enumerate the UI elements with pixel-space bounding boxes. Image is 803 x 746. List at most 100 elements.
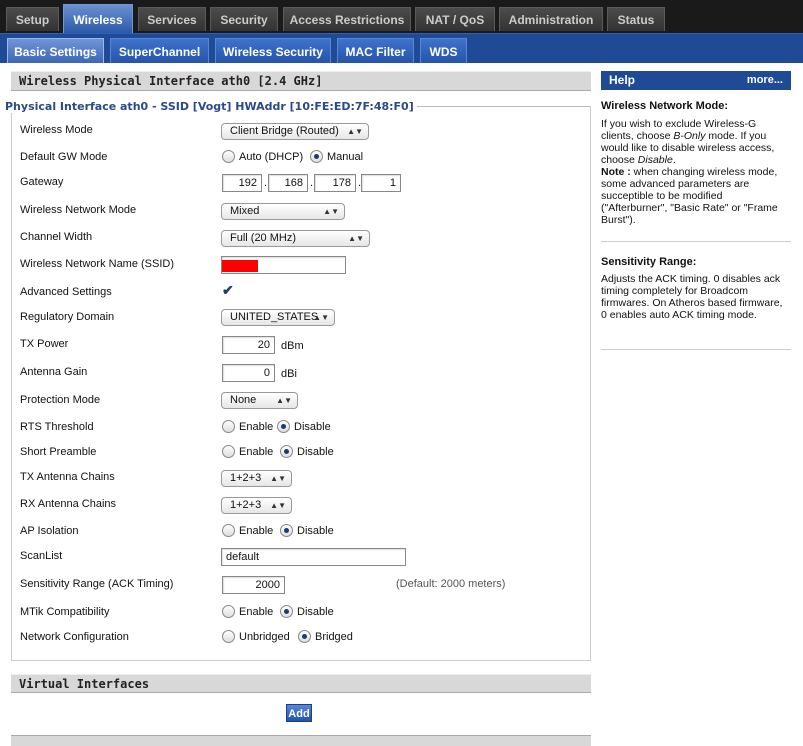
tx-power-label: TX Power [20,338,69,350]
ssid-label: Wireless Network Name (SSID) [20,258,175,270]
help-header: Help more... [601,71,791,90]
gw-auto-radio[interactable] [222,150,235,163]
dot-sep: . [310,177,314,189]
rts-threshold-label: RTS Threshold [20,421,94,433]
gateway-label: Gateway [20,176,64,188]
gateway-octet-4[interactable]: 1 [361,174,401,192]
mtik-enable-radio[interactable] [222,605,235,618]
help-more-link[interactable]: more... [747,71,783,90]
tab-services[interactable]: Services [138,7,206,31]
rts-enable-radio[interactable] [222,420,235,433]
apiso-enable-label: Enable [239,525,274,537]
section-title: Wireless Physical Interface ath0 [2.4 GH… [11,71,591,91]
tab-wireless[interactable]: Wireless [63,4,133,34]
rts-disable-label: Disable [294,421,331,433]
tab-administration[interactable]: Administration [499,7,603,31]
preamble-disable-radio[interactable] [280,445,293,458]
preamble-enable-radio[interactable] [222,445,235,458]
main-content: Wireless Physical Interface ath0 [2.4 GH… [0,63,803,746]
sub-nav: Basic Settings SuperChannel Wireless Sec… [0,33,803,64]
gw-manual-label: Manual [327,151,364,163]
updown-icon: ▲▼ [323,207,339,216]
sensitivity-range-label: Sensitivity Range (ACK Timing) [20,578,174,590]
tab-setup[interactable]: Setup [6,7,59,31]
ssid-redaction [222,260,258,272]
help-heading-network-mode: Wireless Network Mode: [601,100,729,112]
help-title: Help [609,73,636,87]
subtab-superchannel[interactable]: SuperChannel [110,38,209,64]
tab-security[interactable]: Security [210,7,278,31]
rts-disable-radio[interactable] [277,420,290,433]
tab-access-restrictions[interactable]: Access Restrictions [283,7,411,31]
updown-icon: ▲▼ [313,313,329,322]
channel-width-select[interactable]: Full (20 MHz) ▲▼ [221,230,370,247]
gw-manual-radio[interactable] [310,150,323,163]
sensitivity-range-input[interactable]: 2000 [222,576,285,594]
scanlist-label: ScanList [20,550,63,562]
tx-chains-select[interactable]: 1+2+3 ▲▼ [221,470,292,487]
add-button[interactable]: Add [286,704,312,722]
checkmark-icon[interactable]: ✔ [222,283,235,297]
updown-icon: ▲▼ [270,474,286,483]
tx-power-unit: dBm [281,340,304,352]
netconf-bridged-label: Bridged [315,631,353,643]
network-config-label: Network Configuration [20,631,129,643]
netconf-bridged-radio[interactable] [298,630,311,643]
mtik-enable-label: Enable [239,606,274,618]
default-gw-mode-label: Default GW Mode [20,151,108,163]
short-preamble-label: Short Preamble [20,446,97,458]
tx-chains-label: TX Antenna Chains [20,471,115,483]
apiso-disable-radio[interactable] [280,524,293,537]
antenna-gain-unit: dBi [281,368,297,380]
mtik-disable-label: Disable [297,606,334,618]
mtik-disable-radio[interactable] [280,605,293,618]
interface-header: Physical Interface ath0 - SSID [Vogt] HW… [5,100,417,113]
help-network-mode-text: If you wish to exclude Wireless-G client… [601,118,778,226]
subtab-wds[interactable]: WDS [420,38,467,64]
antenna-gain-input[interactable]: 0 [222,364,275,382]
scanlist-input[interactable]: default [221,548,406,566]
preamble-disable-label: Disable [297,446,334,458]
regulatory-domain-label: Regulatory Domain [20,311,115,323]
wireless-mode-label: Wireless Mode [20,124,93,136]
gateway-octet-1[interactable]: 192 [222,174,262,192]
help-heading-sensitivity: Sensitivity Range: [601,256,697,268]
rts-enable-label: Enable [239,421,274,433]
gateway-octet-3[interactable]: 178 [314,174,356,192]
updown-icon: ▲▼ [276,396,292,405]
mtik-label: MTik Compatibility [20,606,110,618]
protection-mode-select[interactable]: None ▲▼ [221,392,298,409]
wireless-mode-select[interactable]: Client Bridge (Routed) ▲▼ [221,123,369,140]
preamble-enable-label: Enable [239,446,274,458]
help-divider [601,241,791,242]
subtab-wireless-security[interactable]: Wireless Security [215,38,331,64]
rx-chains-select[interactable]: 1+2+3 ▲▼ [221,497,292,514]
help-sensitivity-text: Adjusts the ACK timing. 0 disables ack t… [601,273,783,321]
tab-nat-qos[interactable]: NAT / QoS [415,7,495,31]
gw-auto-label: Auto (DHCP) [239,151,304,163]
advanced-settings-label: Advanced Settings [20,286,112,298]
antenna-gain-label: Antenna Gain [20,366,88,378]
ap-isolation-label: AP Isolation [20,525,79,537]
dot-sep: . [264,177,268,189]
bottom-section-bar [11,735,591,746]
apiso-enable-radio[interactable] [222,524,235,537]
updown-icon: ▲▼ [347,127,363,136]
tx-power-input[interactable]: 20 [222,336,275,354]
subtab-basic-settings[interactable]: Basic Settings [7,38,104,64]
subtab-mac-filter[interactable]: MAC Filter [337,38,414,64]
netconf-unbridged-label: Unbridged [239,631,290,643]
network-mode-select[interactable]: Mixed ▲▼ [221,203,345,220]
apiso-disable-label: Disable [297,525,334,537]
channel-width-label: Channel Width [20,231,93,243]
netconf-unbridged-radio[interactable] [222,630,235,643]
tab-status[interactable]: Status [607,7,665,31]
sensitivity-default-note: (Default: 2000 meters) [396,578,506,590]
regulatory-domain-select[interactable]: UNITED_STATES ▲▼ [221,309,335,326]
gateway-octet-2[interactable]: 168 [268,174,308,192]
virtual-interfaces-title: Virtual Interfaces [11,674,591,693]
network-mode-label: Wireless Network Mode [20,204,137,216]
updown-icon: ▲▼ [270,501,286,510]
rx-chains-label: RX Antenna Chains [20,498,117,510]
updown-icon: ▲▼ [348,234,364,243]
